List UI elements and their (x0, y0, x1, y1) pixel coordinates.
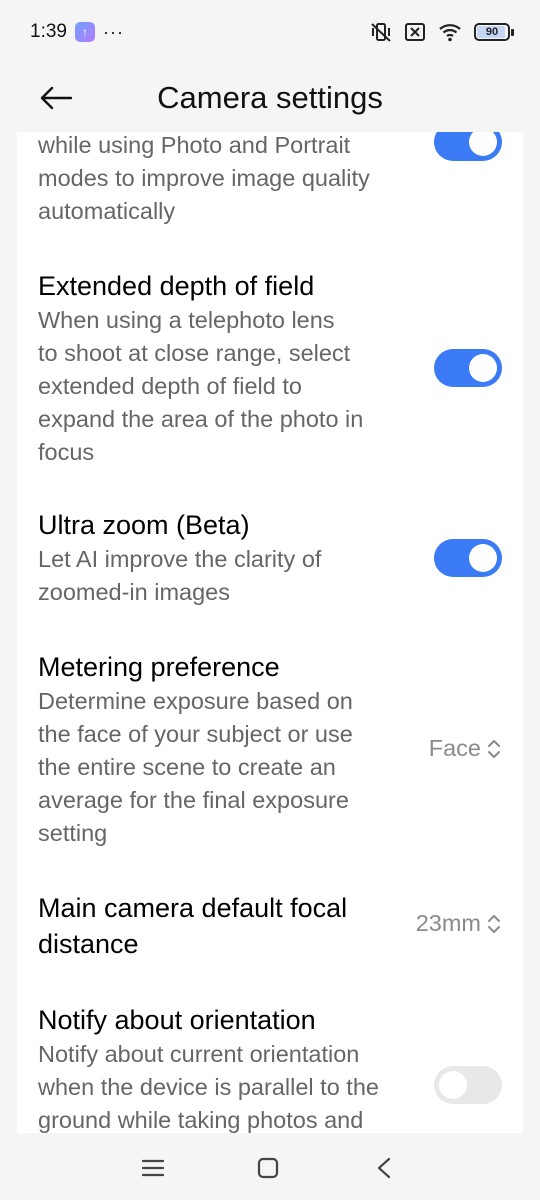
selector-value: Face (428, 735, 481, 761)
setting-title: Notify about orientation (38, 1005, 316, 1035)
arrow-left-icon (40, 86, 73, 110)
setting-row-ultra-zoom[interactable]: Ultra zoom (Beta) Let AI improve the cla… (17, 507, 523, 617)
setting-description-line: focus (38, 439, 95, 465)
settings-list: while using Photo and Portrait modes to … (17, 132, 523, 1133)
setting-row-focal-distance[interactable]: Main camera default focal distance 23mm (17, 890, 523, 970)
back-chevron-icon (377, 1157, 391, 1179)
back-button[interactable] (36, 78, 76, 118)
setting-description-line: average for the final exposure (38, 787, 349, 813)
setting-description-line: Notify about current orientation (38, 1041, 360, 1067)
setting-title: Metering preference (38, 652, 280, 682)
setting-description-line: When using a telephoto lens (38, 307, 335, 333)
system-nav-bar (0, 1133, 540, 1200)
setting-row-extended-depth[interactable]: Extended depth of field When using a tel… (17, 268, 523, 468)
status-bar: 1:39 ↑ ··· 90 (0, 0, 540, 64)
chevron-up-down-icon (488, 739, 500, 758)
nav-back-button[interactable] (369, 1153, 399, 1183)
setting-description-line: while using Photo and Portrait (38, 132, 351, 158)
page-title: Camera settings (157, 80, 383, 115)
menu-button[interactable] (138, 1153, 168, 1183)
setting-title-line: Main camera default focal (38, 893, 348, 923)
orientation-toggle[interactable] (434, 1066, 502, 1104)
mute-vibrate-icon (370, 21, 392, 43)
ultra-zoom-toggle[interactable] (434, 539, 502, 577)
chevron-up-down-icon (488, 914, 500, 933)
extended-depth-toggle[interactable] (434, 349, 502, 387)
setting-description-line: extended depth of field to (38, 373, 302, 399)
setting-description-line: the entire scene to create an (38, 754, 336, 780)
setting-title-line: distance (38, 929, 139, 959)
status-time: 1:39 (30, 21, 67, 42)
home-icon (257, 1157, 279, 1179)
setting-description-line: to shoot at close range, select (38, 340, 351, 366)
focal-distance-selector[interactable]: 23mm (416, 910, 501, 937)
setting-description-line: the face of your subject or use (38, 721, 353, 747)
no-sim-icon (404, 22, 426, 42)
setting-description-line: automatically (38, 198, 176, 224)
app-notification-icon: ↑ (74, 22, 95, 42)
setting-description-line: Determine exposure based on (38, 688, 353, 714)
setting-row-metering[interactable]: Metering preference Determine exposure b… (17, 649, 523, 849)
setting-title: Extended depth of field (38, 271, 315, 301)
setting-description-line: zoomed-in images (38, 579, 231, 605)
setting-description-line: ground while taking photos and (38, 1107, 364, 1133)
setting-row-partial[interactable]: while using Photo and Portrait modes to … (17, 132, 523, 229)
battery-icon: 90 (474, 23, 514, 41)
setting-description-line: when the device is parallel to the (38, 1074, 379, 1100)
setting-title: Ultra zoom (Beta) (38, 510, 250, 540)
menu-icon (142, 1159, 164, 1177)
setting-description-line: setting (38, 820, 108, 846)
setting-description-line: expand the area of the photo in (38, 406, 364, 432)
setting-description-line: Let AI improve the clarity of (38, 546, 322, 572)
setting-description-line: modes to improve image quality (38, 165, 370, 191)
home-button[interactable] (253, 1153, 283, 1183)
battery-level: 90 (485, 26, 499, 38)
metering-selector[interactable]: Face (429, 735, 501, 762)
setting-row-orientation[interactable]: Notify about orientation Notify about cu… (17, 1002, 523, 1133)
header: Camera settings (0, 64, 540, 132)
more-indicator: ··· (102, 21, 124, 42)
toggle-switch[interactable] (434, 132, 502, 161)
wifi-icon (438, 22, 462, 42)
selector-value: 23mm (415, 910, 481, 936)
